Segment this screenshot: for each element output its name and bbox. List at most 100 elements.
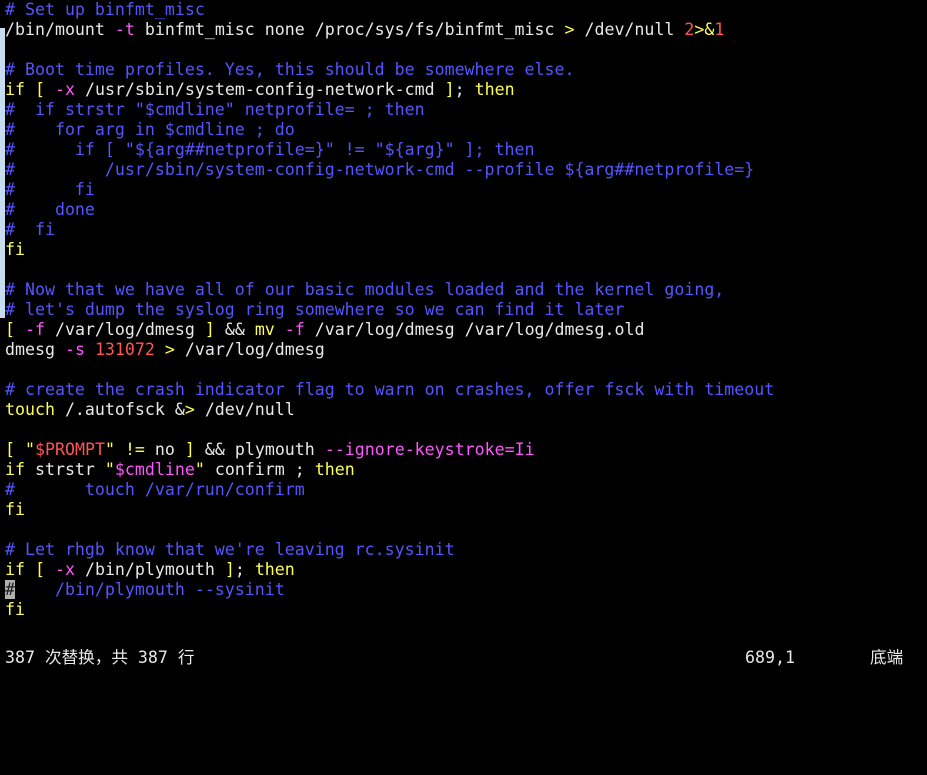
code-span: binfmt_misc none /proc/sys/fs/binfmt_mis…: [134, 20, 565, 39]
code-span: [25, 80, 35, 99]
code-span: 2: [684, 20, 695, 39]
code-span: touch: [5, 400, 55, 419]
code-span: [15, 440, 25, 459]
buffer-line[interactable]: if [ -x /usr/sbin/system-config-network-…: [5, 80, 927, 100]
code-span: [155, 340, 165, 359]
code-span: /var/log/dmesg: [44, 320, 205, 339]
buffer-line[interactable]: # for arg in $cmdline ; do: [5, 120, 927, 140]
code-span: # Let rhgb know that we're leaving rc.sy…: [5, 540, 455, 559]
buffer-line[interactable]: [5, 260, 927, 280]
code-span: /dev/null: [574, 20, 685, 39]
code-span: /.autofsck &: [54, 400, 185, 419]
code-span: # create the crash indicator flag to war…: [5, 380, 775, 399]
code-span: !=: [124, 440, 145, 459]
code-span: -t: [114, 20, 135, 39]
buffer-line[interactable]: if strstr "$cmdline" confirm ; then: [5, 460, 927, 480]
code-span: no: [144, 440, 185, 459]
code-span: 1: [714, 20, 725, 39]
buffer-line[interactable]: # touch /var/run/confirm: [5, 480, 927, 500]
code-span: ": [194, 460, 205, 479]
code-span: if: [5, 460, 25, 479]
code-span: 131072: [94, 340, 155, 359]
code-span: /bin/plymouth: [74, 560, 225, 579]
buffer-line[interactable]: [5, 360, 927, 380]
buffer-line[interactable]: # Set up binfmt_misc: [5, 0, 927, 20]
code-span: [: [5, 320, 15, 339]
buffer-line[interactable]: touch /.autofsck &> /dev/null: [5, 400, 927, 420]
code-span: >: [164, 340, 175, 359]
code-span: # Set up binfmt_misc: [5, 0, 205, 19]
text-cursor: #: [5, 580, 15, 599]
buffer-line[interactable]: # /bin/plymouth --sysinit: [5, 580, 927, 600]
code-span: confirm ;: [204, 460, 315, 479]
buffer-line[interactable]: if [ -x /bin/plymouth ]; then: [5, 560, 927, 580]
buffer-line[interactable]: # if strstr "$cmdline" netprofile= ; the…: [5, 100, 927, 120]
code-span: then: [254, 560, 295, 579]
code-span: /usr/sbin/system-config-network-cmd: [74, 80, 445, 99]
code-span: -x: [54, 560, 75, 579]
code-span: /var/log/dmesg: [174, 340, 325, 359]
buffer-line[interactable]: # let's dump the syslog ring somewhere s…: [5, 300, 927, 320]
buffer-line[interactable]: [ -f /var/log/dmesg ] && mv -f /var/log/…: [5, 320, 927, 340]
code-span: [115, 440, 125, 459]
code-span: [: [34, 80, 45, 99]
code-span: # touch /var/run/confirm: [5, 480, 305, 499]
buffer-line[interactable]: fi: [5, 500, 927, 520]
buffer-line[interactable]: [5, 40, 927, 60]
code-span: && plymouth: [194, 440, 325, 459]
buffer-line[interactable]: # Now that we have all of our basic modu…: [5, 280, 927, 300]
buffer-line[interactable]: [5, 620, 927, 640]
code-span: # done: [5, 200, 95, 219]
buffer-line[interactable]: # fi: [5, 180, 927, 200]
vim-status-line: 387 次替换，共 387 行 689,1 底端: [0, 645, 927, 671]
buffer-line[interactable]: # Boot time profiles. Yes, this should b…: [5, 60, 927, 80]
code-span: mv: [254, 320, 275, 339]
code-span: -s: [64, 340, 85, 359]
code-span: /var/log/dmesg /var/log/dmesg.old: [304, 320, 645, 339]
code-span: ]: [184, 440, 195, 459]
code-span: -f: [284, 320, 305, 339]
buffer-line[interactable]: # if [ "${arg##netprofile=}" != "${arg}"…: [5, 140, 927, 160]
code-span: /dev/null: [194, 400, 295, 419]
buffer-line[interactable]: fi: [5, 240, 927, 260]
code-span: # fi: [5, 220, 55, 239]
code-span: [45, 560, 55, 579]
buffer-line[interactable]: # create the crash indicator flag to war…: [5, 380, 927, 400]
buffer-line[interactable]: /bin/mount -t binfmt_misc none /proc/sys…: [5, 20, 927, 40]
code-span: ;: [234, 560, 255, 579]
code-span: -f: [25, 320, 45, 339]
code-span: if: [5, 560, 25, 579]
buffer-line[interactable]: # fi: [5, 220, 927, 240]
code-span: [: [34, 560, 45, 579]
code-span: ": [104, 440, 115, 459]
status-message: 387 次替换，共 387 行: [5, 648, 195, 667]
buffer-line[interactable]: dmesg -s 131072 > /var/log/dmesg: [5, 340, 927, 360]
buffer-line[interactable]: [5, 420, 927, 440]
code-span: ": [25, 440, 35, 459]
code-span: # if [ "${arg##netprofile=}" != "${arg}"…: [5, 140, 535, 159]
code-span: >: [184, 400, 195, 419]
buffer-line[interactable]: # Let rhgb know that we're leaving rc.sy…: [5, 540, 927, 560]
code-span: ;: [454, 80, 475, 99]
vim-text-buffer[interactable]: # Set up binfmt_misc/bin/mount -t binfmt…: [5, 0, 927, 641]
buffer-line[interactable]: # done: [5, 200, 927, 220]
buffer-line[interactable]: fi: [5, 600, 927, 620]
code-span: -x: [54, 80, 75, 99]
code-span: $PROMPT: [35, 440, 105, 459]
code-span: [85, 340, 95, 359]
code-span: # if strstr "$cmdline" netprofile= ; the…: [5, 100, 425, 119]
terminal-window: # Set up binfmt_misc/bin/mount -t binfmt…: [0, 0, 927, 681]
code-span: [15, 320, 25, 339]
code-span: >: [564, 20, 575, 39]
code-span: &&: [214, 320, 255, 339]
code-span: fi: [5, 600, 25, 619]
buffer-line[interactable]: # /usr/sbin/system-config-network-cmd --…: [5, 160, 927, 180]
code-span: /bin/mount: [5, 20, 115, 39]
code-span: then: [314, 460, 355, 479]
code-span: dmesg: [5, 340, 65, 359]
code-span: # /usr/sbin/system-config-network-cmd --…: [5, 160, 755, 179]
code-span: then: [474, 80, 515, 99]
buffer-line[interactable]: [5, 520, 927, 540]
status-ruler: 689,1: [745, 648, 795, 667]
buffer-line[interactable]: [ "$PROMPT" != no ] && plymouth --ignore…: [5, 440, 927, 460]
